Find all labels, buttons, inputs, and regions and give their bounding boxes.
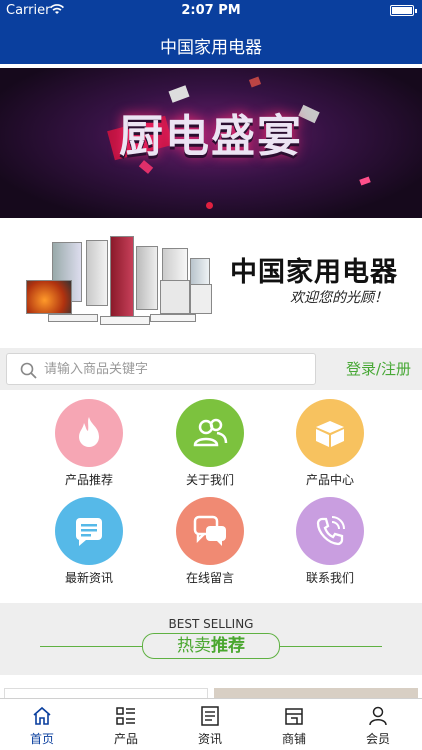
section-title-en: BEST SELLING xyxy=(168,617,254,631)
category-item[interactable]: 最新资讯 xyxy=(29,497,149,593)
login-register-link[interactable]: 登录/注册 xyxy=(346,358,411,379)
list-icon xyxy=(116,707,135,725)
tab-label: 商铺 xyxy=(281,732,306,746)
tab-label: 首页 xyxy=(29,732,54,746)
appliance-image xyxy=(110,236,134,318)
search-input[interactable] xyxy=(44,353,312,385)
product-card[interactable] xyxy=(214,688,418,698)
chat-icon xyxy=(193,515,226,546)
users-icon xyxy=(193,418,228,447)
divider xyxy=(40,646,142,647)
category-item[interactable]: 产品中心 xyxy=(270,399,390,495)
category-item[interactable]: 产品推荐 xyxy=(29,399,149,495)
appliance-image xyxy=(86,240,108,306)
ac-unit-image xyxy=(48,314,98,322)
tv-image xyxy=(26,280,72,314)
user-icon xyxy=(369,706,387,726)
tab-home[interactable]: 首页 xyxy=(0,700,84,750)
battery-icon xyxy=(390,5,417,16)
category-circle[interactable] xyxy=(55,497,123,565)
appliance-image xyxy=(136,246,158,310)
brand-title: 中国家用电器 xyxy=(230,257,398,288)
washer-image xyxy=(160,280,190,314)
search-icon[interactable] xyxy=(20,362,37,383)
ac-unit-image xyxy=(100,316,150,325)
news-icon xyxy=(201,706,219,726)
section-title-cn: 热卖推荐 xyxy=(142,633,280,659)
tab-label: 会员 xyxy=(365,732,390,746)
message-icon xyxy=(76,518,102,546)
box-icon xyxy=(316,421,344,447)
tab-shop[interactable]: 商铺 xyxy=(252,700,336,750)
category-circle[interactable] xyxy=(296,497,364,565)
section-title-cn-b: 推荐 xyxy=(211,636,245,656)
phone-icon xyxy=(316,516,345,546)
tab-label: 资讯 xyxy=(197,732,222,746)
tab-label: 产品 xyxy=(113,732,138,746)
shop-icon xyxy=(285,708,303,725)
category-label: 最新资讯 xyxy=(64,571,113,585)
tab-user[interactable]: 会员 xyxy=(336,700,420,750)
category-item[interactable]: 在线留言 xyxy=(150,497,270,593)
category-circle[interactable] xyxy=(296,399,364,467)
washer-image xyxy=(190,284,212,314)
category-item[interactable]: 联系我们 xyxy=(270,497,390,593)
clock: 2:07 PM xyxy=(181,3,241,18)
status-bar: Carrier 2:07 PM xyxy=(0,0,422,22)
category-label: 联系我们 xyxy=(305,571,354,585)
category-label: 产品推荐 xyxy=(64,473,113,487)
product-card[interactable] xyxy=(4,688,208,698)
category-label: 产品中心 xyxy=(305,473,354,487)
tab-news[interactable]: 资讯 xyxy=(168,700,252,750)
tab-list[interactable]: 产品 xyxy=(84,700,168,750)
category-label: 在线留言 xyxy=(185,571,234,585)
home-icon xyxy=(33,706,51,725)
brand-slogan: 欢迎您的光顾！ xyxy=(290,290,388,306)
page-title: 中国家用电器 xyxy=(160,38,262,58)
category-circle[interactable] xyxy=(176,497,244,565)
decoration xyxy=(206,202,213,209)
flame-icon xyxy=(79,417,99,447)
ac-unit-image xyxy=(150,314,196,322)
divider xyxy=(280,646,382,647)
section-title-cn-a: 热卖 xyxy=(177,636,211,656)
nav-bar: 中国家用电器 xyxy=(0,22,422,64)
category-circle[interactable] xyxy=(176,399,244,467)
promo-headline: 厨电盛宴 xyxy=(119,111,303,162)
category-item[interactable]: 关于我们 xyxy=(150,399,270,495)
category-circle[interactable] xyxy=(55,399,123,467)
category-label: 关于我们 xyxy=(185,473,234,487)
